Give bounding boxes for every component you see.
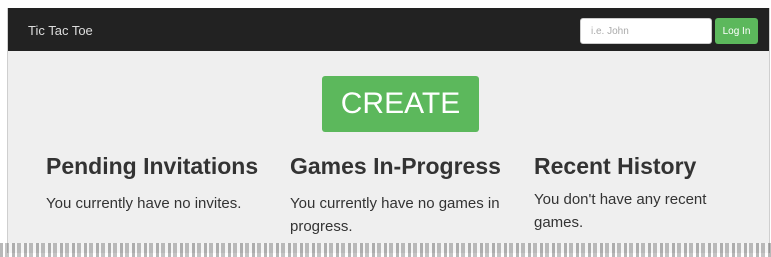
cropped-edge — [0, 243, 771, 257]
brand-link[interactable]: Tic Tac Toe — [28, 23, 93, 38]
login-button[interactable]: Log In — [715, 18, 758, 44]
recent-history-section: Recent History You don't have any recent… — [534, 153, 754, 234]
navbar: Tic Tac Toe Log In — [8, 8, 769, 51]
create-game-button[interactable]: CREATE — [322, 76, 479, 132]
games-in-progress-section: Games In-Progress You currently have no … — [290, 153, 525, 238]
section-message: You currently have no invites. — [46, 195, 242, 212]
section-title: Recent History — [534, 153, 697, 179]
section-title: Games In-Progress — [290, 153, 501, 179]
pending-invitations-section: Pending Invitations You currently have n… — [46, 153, 276, 215]
section-message: You currently have no games in progress. — [290, 195, 500, 235]
section-message: You don't have any recent games. — [534, 191, 707, 231]
section-title: Pending Invitations — [46, 153, 259, 179]
app-window: Tic Tac Toe Log In CREATE Pending Invita… — [7, 8, 770, 253]
username-input[interactable] — [580, 18, 712, 44]
